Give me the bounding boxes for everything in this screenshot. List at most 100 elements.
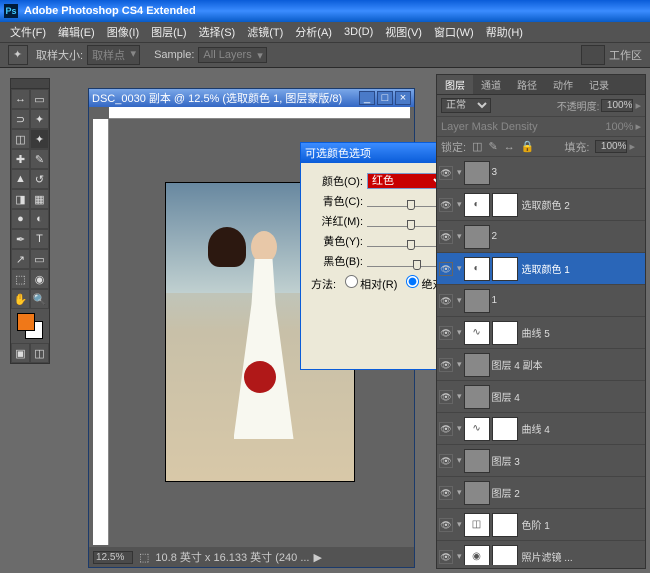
layer-thumb[interactable] — [464, 225, 490, 249]
colors-dropdown[interactable]: 红色 — [367, 173, 447, 189]
dodge-tool[interactable]: ◐ — [30, 209, 49, 229]
lock-icon[interactable]: ✎ — [488, 140, 497, 153]
visibility-icon[interactable]: 👁 — [439, 454, 453, 468]
zoom-tool[interactable]: 🔍 — [30, 289, 49, 309]
shape-tool[interactable]: ▭ — [30, 249, 49, 269]
layer-row[interactable]: 👁▾◐选取颜色 2 — [437, 189, 645, 221]
layer-row[interactable]: 👁▾2 — [437, 221, 645, 253]
history-brush-tool[interactable]: ↺ — [30, 169, 49, 189]
menu-item[interactable]: 选择(S) — [193, 24, 242, 40]
close-button[interactable]: × — [395, 91, 411, 105]
blend-mode-dropdown[interactable]: 正常 — [441, 98, 491, 113]
layer-thumb[interactable]: ◉ — [464, 545, 490, 566]
eraser-tool[interactable]: ◨ — [11, 189, 30, 209]
screenmode-tool[interactable]: ▣ — [11, 343, 30, 363]
layer-row[interactable]: 👁▾图层 2 — [437, 477, 645, 509]
layer-row[interactable]: 👁▾◫色阶 1 — [437, 509, 645, 541]
hand-tool[interactable]: ✋ — [11, 289, 30, 309]
lasso-tool[interactable]: ⊃ — [11, 109, 30, 129]
opacity-input[interactable] — [601, 99, 633, 112]
layer-thumb[interactable] — [464, 289, 490, 313]
heal-tool[interactable]: ✚ — [11, 149, 30, 169]
relative-radio[interactable] — [345, 275, 358, 288]
minimize-button[interactable]: _ — [359, 91, 375, 105]
3d-tool[interactable]: ⬚ — [11, 269, 30, 289]
lock-icon[interactable]: ◫ — [472, 140, 482, 153]
visibility-icon[interactable]: 👁 — [439, 198, 453, 212]
layer-row[interactable]: 👁▾1 — [437, 285, 645, 317]
path-tool[interactable]: ↗ — [11, 249, 30, 269]
toolbox-header[interactable] — [11, 79, 49, 89]
visibility-icon[interactable]: 👁 — [439, 550, 453, 564]
layer-thumb[interactable] — [464, 449, 490, 473]
fill-input[interactable] — [595, 140, 627, 153]
layer-row[interactable]: 👁▾3 — [437, 157, 645, 189]
layer-row[interactable]: 👁▾◉照片滤镜 ... — [437, 541, 645, 565]
visibility-icon[interactable]: 👁 — [439, 486, 453, 500]
blur-tool[interactable]: ● — [11, 209, 30, 229]
brush-tool[interactable]: ✎ — [30, 149, 49, 169]
document-titlebar[interactable]: DSC_0030 副本 @ 12.5% (选取颜色 1, 图层蒙版/8) _ □… — [89, 89, 414, 107]
menu-item[interactable]: 3D(D) — [338, 26, 379, 38]
layer-mask[interactable] — [492, 513, 518, 537]
pen-tool[interactable]: ✒ — [11, 229, 30, 249]
panel-tab[interactable]: 通道 — [473, 75, 509, 94]
layer-thumb[interactable] — [464, 481, 490, 505]
menu-item[interactable]: 编辑(E) — [52, 24, 101, 40]
menu-item[interactable]: 图像(I) — [101, 24, 145, 40]
layer-mask[interactable] — [492, 545, 518, 566]
visibility-icon[interactable]: 👁 — [439, 230, 453, 244]
panel-tab[interactable]: 图层 — [437, 75, 473, 94]
layer-mask[interactable] — [492, 417, 518, 441]
sample-size-dropdown[interactable]: 取样点 — [87, 45, 140, 65]
panel-tab[interactable]: 路径 — [509, 75, 545, 94]
visibility-icon[interactable]: 👁 — [439, 166, 453, 180]
color-swatch[interactable] — [17, 313, 43, 339]
doc-arrow-icon[interactable]: ▶ — [313, 551, 321, 564]
menu-item[interactable]: 文件(F) — [4, 24, 52, 40]
layer-row[interactable]: 👁▾∿曲线 4 — [437, 413, 645, 445]
lock-icon[interactable]: 🔒 — [521, 140, 535, 153]
layer-row[interactable]: 👁▾图层 3 — [437, 445, 645, 477]
layer-thumb[interactable] — [464, 161, 490, 185]
layer-thumb[interactable] — [464, 385, 490, 409]
layer-mask[interactable] — [492, 193, 518, 217]
layer-thumb[interactable]: ◐ — [464, 257, 490, 281]
layer-thumb[interactable]: ∿ — [464, 321, 490, 345]
wand-tool[interactable]: ✦ — [30, 109, 49, 129]
visibility-icon[interactable]: 👁 — [439, 358, 453, 372]
menu-item[interactable]: 分析(A) — [289, 24, 338, 40]
type-tool[interactable]: T — [30, 229, 49, 249]
panel-tab[interactable]: 记录 — [581, 75, 617, 94]
marquee-tool[interactable]: ▭ — [30, 89, 49, 109]
eyedropper-tool-icon[interactable] — [8, 45, 28, 65]
layer-row[interactable]: 👁▾图层 4 副本 — [437, 349, 645, 381]
zoom-input[interactable] — [93, 551, 133, 564]
layer-mask[interactable] — [492, 257, 518, 281]
layer-mask[interactable] — [492, 321, 518, 345]
layer-row[interactable]: 👁▾◐选取颜色 1 — [437, 253, 645, 285]
crop-tool[interactable]: ◫ — [11, 129, 30, 149]
visibility-icon[interactable]: 👁 — [439, 326, 453, 340]
visibility-icon[interactable]: 👁 — [439, 294, 453, 308]
layer-thumb[interactable]: ◐ — [464, 193, 490, 217]
menu-item[interactable]: 滤镜(T) — [241, 24, 289, 40]
sample-layers-dropdown[interactable]: All Layers — [198, 47, 266, 63]
gradient-tool[interactable]: ▦ — [30, 189, 49, 209]
menu-item[interactable]: 帮助(H) — [480, 24, 529, 40]
panel-tab[interactable]: 动作 — [545, 75, 581, 94]
absolute-radio[interactable] — [406, 275, 419, 288]
layer-row[interactable]: 👁▾图层 4 — [437, 381, 645, 413]
visibility-icon[interactable]: 👁 — [439, 518, 453, 532]
layer-thumb[interactable]: ◫ — [464, 513, 490, 537]
layer-row[interactable]: 👁▾∿曲线 5 — [437, 317, 645, 349]
move-tool[interactable]: ↔ — [11, 89, 30, 109]
3d-camera-tool[interactable]: ◉ — [30, 269, 49, 289]
menu-item[interactable]: 视图(V) — [379, 24, 428, 40]
menu-item[interactable]: 图层(L) — [145, 24, 192, 40]
menu-item[interactable]: 窗口(W) — [428, 24, 480, 40]
eyedropper-tool[interactable]: ✦ — [30, 129, 49, 149]
workspace-icon[interactable] — [581, 45, 605, 65]
visibility-icon[interactable]: 👁 — [439, 262, 453, 276]
visibility-icon[interactable]: 👁 — [439, 390, 453, 404]
